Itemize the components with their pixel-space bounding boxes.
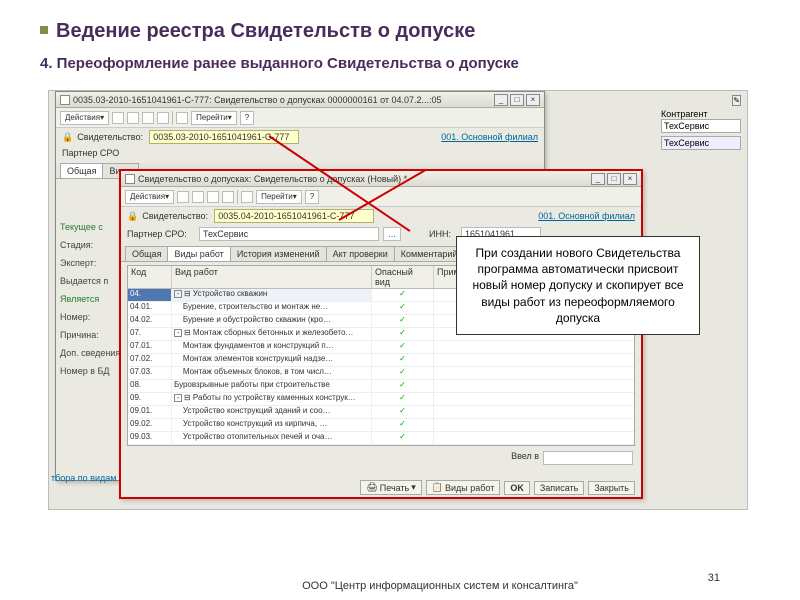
print-button[interactable]: 🖨 Печать ▾: [360, 480, 421, 495]
tb-icon[interactable]: [222, 191, 234, 203]
col-danger[interactable]: Опасный вид: [372, 266, 434, 288]
table-row[interactable]: 09.03. Устройство отопительных печей и о…: [128, 432, 634, 445]
table-row[interactable]: 07.01. Монтаж фундаментов и конструкций …: [128, 341, 634, 354]
branch-link[interactable]: 001. Основной филиал: [441, 132, 538, 142]
contragent-input[interactable]: ТехСервис: [661, 119, 741, 133]
window-title-text: 0035.03-2010-1651041961-С-777: Свидетель…: [73, 95, 494, 105]
goto-menu[interactable]: Перейти ▾: [191, 111, 237, 125]
tb-icon[interactable]: [192, 191, 204, 203]
page-title: Ведение реестра Свидетельств о допуске: [40, 20, 760, 43]
tab-2[interactable]: История изменений: [230, 246, 327, 261]
table-row[interactable]: 09.02. Устройство конструкций из кирпича…: [128, 419, 634, 432]
table-row[interactable]: 07.02. Монтаж элементов конструкций надз…: [128, 354, 634, 367]
goto-menu[interactable]: Перейти ▾: [256, 190, 302, 204]
lock-icon: 🔒: [62, 132, 73, 143]
partner-label: Партнер СРО: [62, 148, 130, 158]
right-panel: ✎ Контрагент ТехСервис ТехСервис: [661, 95, 741, 153]
bottom-filter-text: тбора по видам: [51, 473, 116, 483]
tab-general[interactable]: Общая: [60, 163, 103, 178]
button-bar: 🖨 Печать ▾ 📋 Виды работ OK Записать Закр…: [127, 480, 635, 495]
col-code[interactable]: Код: [128, 266, 172, 288]
tb-icon-4[interactable]: [157, 112, 169, 124]
page-subtitle: 4. Переоформление ранее выданного Свидет…: [40, 55, 760, 72]
actions-menu[interactable]: Действия ▾: [125, 190, 174, 204]
close-form-button[interactable]: Закрыть: [588, 481, 635, 495]
branch-link[interactable]: 001. Основной филиал: [538, 211, 635, 221]
ok-button[interactable]: OK: [504, 481, 530, 495]
bullet-icon: [40, 26, 48, 34]
doc-icon: [60, 95, 70, 105]
help-button[interactable]: ?: [305, 190, 319, 204]
tb-icon[interactable]: [177, 191, 189, 203]
tb-icon-3[interactable]: [142, 112, 154, 124]
page-number: 31: [708, 572, 720, 584]
footer-text: ООО "Центр информационных систем и конса…: [40, 580, 800, 592]
window-title-text-new: Свидетельство о допусках: Свидетельство …: [138, 174, 591, 184]
contragent-input2[interactable]: ТехСервис: [661, 136, 741, 150]
col-work[interactable]: Вид работ: [172, 266, 372, 288]
types-button[interactable]: 📋 Виды работ: [426, 480, 501, 495]
entered-field[interactable]: [543, 451, 633, 465]
cert-label: Свидетельство:: [142, 211, 210, 221]
partner-label: Партнер СРО:: [127, 229, 195, 239]
title-bar[interactable]: 0035.03-2010-1651041961-С-777: Свидетель…: [56, 92, 544, 108]
toolbar: Действия ▾ Перейти ▾ ?: [56, 108, 544, 128]
partner-field[interactable]: ТехСервис: [199, 227, 379, 241]
tool-button[interactable]: ✎: [732, 95, 741, 106]
help-button[interactable]: ?: [240, 111, 254, 125]
lock-icon: 🔒: [127, 211, 138, 222]
doc-icon: [125, 174, 135, 184]
maximize-button[interactable]: □: [607, 173, 621, 185]
close-button[interactable]: ×: [526, 94, 540, 106]
entered-label: Ввел в: [511, 451, 539, 465]
close-button[interactable]: ×: [623, 173, 637, 185]
callout-box: При создании нового Свидетельства програ…: [456, 236, 700, 335]
contragent-label: Контрагент: [661, 109, 741, 119]
save-button[interactable]: Записать: [534, 481, 584, 495]
tab-1[interactable]: Виды работ: [167, 246, 230, 261]
minimize-button[interactable]: _: [494, 94, 508, 106]
tb-icon[interactable]: [241, 191, 253, 203]
table-row[interactable]: 09.-⊟ Работы по устройству каменных конс…: [128, 393, 634, 406]
tab-3[interactable]: Акт проверки: [326, 246, 395, 261]
tb-icon-5[interactable]: [176, 112, 188, 124]
maximize-button[interactable]: □: [510, 94, 524, 106]
table-row[interactable]: 07.03. Монтаж объемных блоков, в том чис…: [128, 367, 634, 380]
partner-picker[interactable]: …: [383, 227, 401, 241]
tab-4[interactable]: Комментарий: [394, 246, 465, 261]
table-row[interactable]: 09.01. Устройство конструкций зданий и с…: [128, 406, 634, 419]
cert-label: Свидетельство:: [77, 132, 145, 142]
toolbar-new: Действия ▾ Перейти ▾ ?: [121, 187, 641, 207]
actions-menu[interactable]: Действия ▾: [60, 111, 109, 125]
minimize-button[interactable]: _: [591, 173, 605, 185]
inn-label: ИНН:: [429, 229, 457, 239]
tb-icon-2[interactable]: [127, 112, 139, 124]
tab-0[interactable]: Общая: [125, 246, 168, 261]
title-text: Ведение реестра Свидетельств о допуске: [56, 20, 475, 42]
tb-icon[interactable]: [207, 191, 219, 203]
side-labels: Текущее с Стадия: Эксперт: Выдается п Яв…: [60, 222, 122, 384]
title-bar-new[interactable]: Свидетельство о допусках: Свидетельство …: [121, 171, 641, 187]
table-row[interactable]: 08.Буровзрывные работы при строительстве…: [128, 380, 634, 393]
tb-icon-1[interactable]: [112, 112, 124, 124]
